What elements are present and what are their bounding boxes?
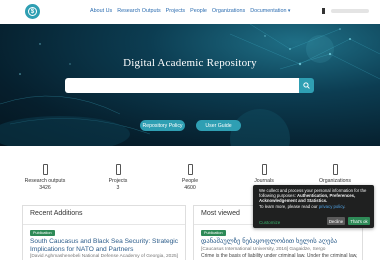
viewed-item-snippet: Crime is the basis of liability under cr…: [201, 253, 358, 259]
document-icon: [115, 164, 121, 175]
stat-projects[interactable]: Projects 3: [88, 164, 148, 191]
nav-research-outputs[interactable]: Research Outputs: [117, 8, 160, 14]
recent-item-title-link[interactable]: South Caucasus and Black Sea Security: S…: [30, 238, 185, 254]
viewed-item-meta: [Caucasus International University, 2016…: [201, 247, 326, 252]
stat-label: Organizations: [318, 178, 351, 184]
search-button[interactable]: [299, 78, 314, 93]
cookie-customize-link[interactable]: Customize: [259, 220, 280, 225]
stat-people[interactable]: People 4600: [160, 164, 220, 191]
search-icon: [303, 82, 310, 89]
stat-label: Journals: [254, 178, 274, 184]
card-divider: [23, 224, 185, 225]
stat-organizations[interactable]: Organizations: [305, 164, 365, 185]
nav-people[interactable]: People: [190, 8, 207, 14]
document-icon: [332, 164, 338, 175]
stat-research-outputs[interactable]: Research outputs 3426: [15, 164, 75, 191]
cookie-consent-dialog: We collect and process your personal inf…: [253, 185, 374, 228]
stat-journals[interactable]: Journals: [234, 164, 294, 185]
stat-label: Projects: [108, 178, 128, 184]
recent-item-meta: [David Aghmashenebeli National Defense A…: [30, 254, 178, 259]
hero-banner: Digital Academic Repository Repository P…: [0, 24, 380, 146]
publication-badge: Publication: [201, 230, 226, 236]
repository-logo-icon[interactable]: $: [25, 4, 40, 19]
nav-projects[interactable]: Projects: [166, 8, 185, 14]
stat-label: People: [181, 178, 199, 184]
document-icon: [187, 164, 193, 175]
login-placeholder[interactable]: [331, 9, 369, 13]
top-navbar: $ About Us Research Outputs Projects Peo…: [0, 0, 380, 24]
stat-count: 3426: [39, 185, 51, 191]
card-title: Most viewed: [201, 210, 240, 217]
nav-documentation-dropdown[interactable]: Documentation: [250, 8, 290, 14]
repository-policy-button[interactable]: Repository Policy: [140, 120, 185, 131]
publication-badge: Publication: [30, 230, 55, 236]
recent-additions-card: Recent Additions Publication South Cauca…: [22, 205, 186, 260]
nav-about-us[interactable]: About Us: [90, 8, 112, 14]
cookie-decline-button[interactable]: Decline: [327, 217, 345, 225]
card-title: Recent Additions: [30, 210, 83, 217]
cookie-text: We collect and process your personal inf…: [259, 188, 367, 209]
privacy-policy-link[interactable]: privacy policy: [319, 204, 344, 209]
user-guide-button[interactable]: User Guide: [196, 120, 241, 131]
stat-label: Research outputs: [24, 178, 66, 184]
nav-links: About Us Research Outputs Projects Peopl…: [90, 8, 290, 14]
cookie-accept-button[interactable]: That's ok: [348, 217, 370, 225]
hero-title: Digital Academic Repository: [123, 57, 257, 69]
viewed-item-title-link[interactable]: დანაშაულზე ნებაყოფლობით ხელის აღება: [201, 238, 362, 246]
user-icon[interactable]: [322, 8, 325, 14]
document-icon: [42, 164, 48, 175]
document-icon: [261, 164, 267, 175]
stat-count: 3: [116, 185, 120, 191]
cookie-learn-more: To learn more, please read our: [259, 203, 318, 209]
stat-count: 4600: [184, 185, 196, 191]
search-input[interactable]: [65, 78, 300, 93]
nav-organizations[interactable]: Organizations: [212, 8, 245, 14]
